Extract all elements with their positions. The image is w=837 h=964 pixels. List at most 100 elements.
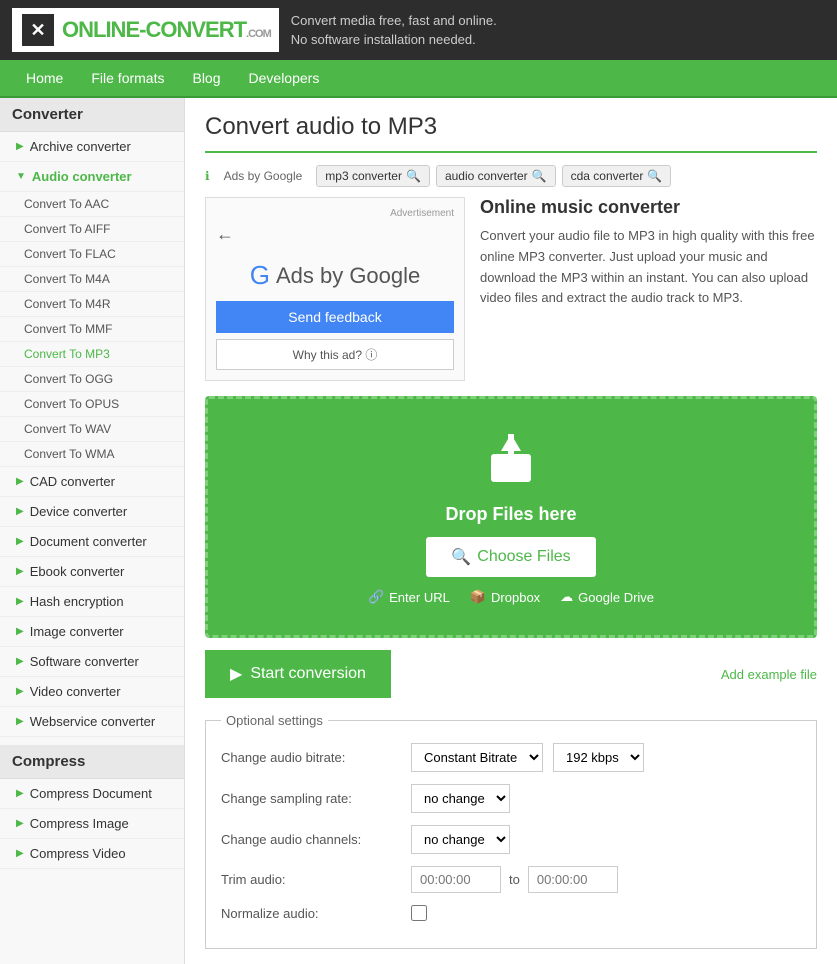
setting-channels-row: Change audio channels: no change [221, 825, 801, 854]
sidebar-item-device[interactable]: ▶ Device converter [0, 497, 184, 527]
tag-label: mp3 converter [325, 169, 402, 183]
arrow-icon: ▶ [16, 626, 24, 637]
sidebar-item-ebook[interactable]: ▶ Ebook converter [0, 557, 184, 587]
sidebar-subitem-aiff[interactable]: Convert To AIFF [0, 217, 184, 242]
sidebar-label: Compress Video [30, 846, 126, 861]
sidebar-item-compress-document[interactable]: ▶ Compress Document [0, 779, 184, 809]
why-this-ad-button[interactable]: Why this ad? ⓘ [216, 339, 454, 370]
page-title: Convert audio to MP3 [205, 113, 817, 153]
sidebar-subitem-m4r[interactable]: Convert To M4R [0, 292, 184, 317]
header: ✕ ONLINE-CONVERT.COM Convert media free,… [0, 0, 837, 60]
send-feedback-button[interactable]: Send feedback [216, 301, 454, 333]
tagline-line2: No software installation needed. [291, 30, 497, 50]
main-content: Convert audio to MP3 ℹ Ads by Google mp3… [185, 98, 837, 964]
sidebar-subitem-flac[interactable]: Convert To FLAC [0, 242, 184, 267]
google-drive-link[interactable]: ☁ Google Drive [560, 589, 654, 605]
nav-blog[interactable]: Blog [178, 60, 234, 96]
breadcrumb-cda[interactable]: cda converter 🔍 [562, 165, 672, 187]
search-icon: 🔍 [532, 169, 547, 183]
nav-developers[interactable]: Developers [235, 60, 334, 96]
arrow-icon: ▶ [16, 476, 24, 487]
start-conversion-button[interactable]: ▶ Start conversion [205, 650, 391, 698]
sidebar-subitem-mp3[interactable]: Convert To MP3 [0, 342, 184, 367]
channels-select[interactable]: no change [411, 825, 510, 854]
upload-links: 🔗 Enter URL 📦 Dropbox ☁ Google Drive [228, 589, 794, 605]
arrow-icon: ▶ [16, 596, 24, 607]
ads-by-google: G Ads by Google [216, 260, 454, 291]
trim-from-input[interactable] [411, 866, 501, 893]
ads-by-google-label: Ads by Google [276, 263, 420, 289]
sidebar-subitem-aac[interactable]: Convert To AAC [0, 192, 184, 217]
arrow-icon: ▶ [16, 686, 24, 697]
dropbox-link[interactable]: 📦 Dropbox [470, 589, 540, 605]
sidebar-item-cad[interactable]: ▶ CAD converter [0, 467, 184, 497]
sidebar-label: Webservice converter [30, 714, 155, 729]
breadcrumb-audio[interactable]: audio converter 🔍 [436, 165, 556, 187]
enter-url-label: Enter URL [389, 590, 450, 605]
normalize-checkbox[interactable] [411, 905, 427, 921]
description-title: Online music converter [480, 197, 817, 218]
search-icon: 🔍 [451, 547, 471, 567]
sidebar-item-software[interactable]: ▶ Software converter [0, 647, 184, 677]
enter-url-link[interactable]: 🔗 Enter URL [368, 589, 450, 605]
drive-icon: ☁ [560, 589, 573, 605]
bitrate-value-select[interactable]: 192 kbps [553, 743, 644, 772]
trim-inputs: to [411, 866, 618, 893]
bitrate-label: Change audio bitrate: [221, 750, 401, 765]
sidebar-item-archive[interactable]: ▶ Archive converter [0, 132, 184, 162]
logo-text-part2: CONVERT [145, 17, 246, 42]
sidebar-item-video[interactable]: ▶ Video converter [0, 677, 184, 707]
breadcrumb-mp3[interactable]: mp3 converter 🔍 [316, 165, 430, 187]
sidebar-item-compress-video[interactable]: ▶ Compress Video [0, 839, 184, 869]
breadcrumb: ℹ Ads by Google mp3 converter 🔍 audio co… [205, 165, 817, 187]
choose-files-button[interactable]: 🔍 Choose Files [426, 537, 595, 577]
sidebar-section-compress: Compress [0, 745, 184, 779]
logo[interactable]: ✕ ONLINE-CONVERT.COM [12, 8, 279, 52]
sidebar-item-compress-image[interactable]: ▶ Compress Image [0, 809, 184, 839]
description-text: Convert your audio file to MP3 in high q… [480, 226, 817, 309]
sidebar-subitem-ogg[interactable]: Convert To OGG [0, 367, 184, 392]
sidebar-item-webservice[interactable]: ▶ Webservice converter [0, 707, 184, 737]
tagline-line1: Convert media free, fast and online. [291, 11, 497, 31]
arrow-icon: ▼ [16, 171, 26, 182]
sidebar-subitem-m4a[interactable]: Convert To M4A [0, 267, 184, 292]
sidebar-subitem-wav[interactable]: Convert To WAV [0, 417, 184, 442]
nav-file-formats[interactable]: File formats [77, 60, 178, 96]
trim-to-input[interactable] [528, 866, 618, 893]
ad-back-arrow[interactable]: ← [216, 224, 454, 245]
arrow-icon: ▶ [16, 536, 24, 547]
add-example-link[interactable]: Add example file [721, 667, 817, 682]
sidebar-label: Document converter [30, 534, 147, 549]
optional-settings: Optional settings Change audio bitrate: … [205, 713, 817, 949]
sidebar-item-audio[interactable]: ▼ Audio converter [0, 162, 184, 192]
upload-icon [228, 429, 794, 496]
sidebar-subitem-wma[interactable]: Convert To WMA [0, 442, 184, 467]
choose-files-label: Choose Files [477, 548, 570, 566]
ad-box: Advertisement ← G Ads by Google Send fee… [205, 197, 465, 381]
arrow-icon: ▶ [16, 716, 24, 727]
sidebar-label: CAD converter [30, 474, 115, 489]
arrow-icon: ▶ [16, 788, 24, 799]
sidebar-item-image[interactable]: ▶ Image converter [0, 617, 184, 647]
dropbox-label: Dropbox [491, 590, 540, 605]
bitrate-type-select[interactable]: Constant Bitrate [411, 743, 543, 772]
logo-text-part1: ONLINE- [62, 17, 145, 42]
main-layout: Converter ▶ Archive converter ▼ Audio co… [0, 98, 837, 964]
sampling-rate-select[interactable]: no change [411, 784, 510, 813]
top-row: Advertisement ← G Ads by Google Send fee… [205, 197, 817, 381]
upload-area[interactable]: Drop Files here 🔍 Choose Files 🔗 Enter U… [205, 396, 817, 638]
drop-text: Drop Files here [228, 504, 794, 525]
arrow-icon: ▶ [16, 506, 24, 517]
sidebar-subitem-opus[interactable]: Convert To OPUS [0, 392, 184, 417]
sidebar-item-hash[interactable]: ▶ Hash encryption [0, 587, 184, 617]
chevron-right-icon: ▶ [230, 664, 242, 684]
nav-home[interactable]: Home [12, 60, 77, 96]
start-button-label: Start conversion [250, 665, 366, 683]
arrow-icon: ▶ [16, 656, 24, 667]
sidebar-label: Hash encryption [30, 594, 124, 609]
link-icon: 🔗 [368, 589, 384, 605]
sidebar-subitem-mmf[interactable]: Convert To MMF [0, 317, 184, 342]
arrow-icon: ▶ [16, 848, 24, 859]
sidebar-item-document[interactable]: ▶ Document converter [0, 527, 184, 557]
setting-trim-row: Trim audio: to [221, 866, 801, 893]
